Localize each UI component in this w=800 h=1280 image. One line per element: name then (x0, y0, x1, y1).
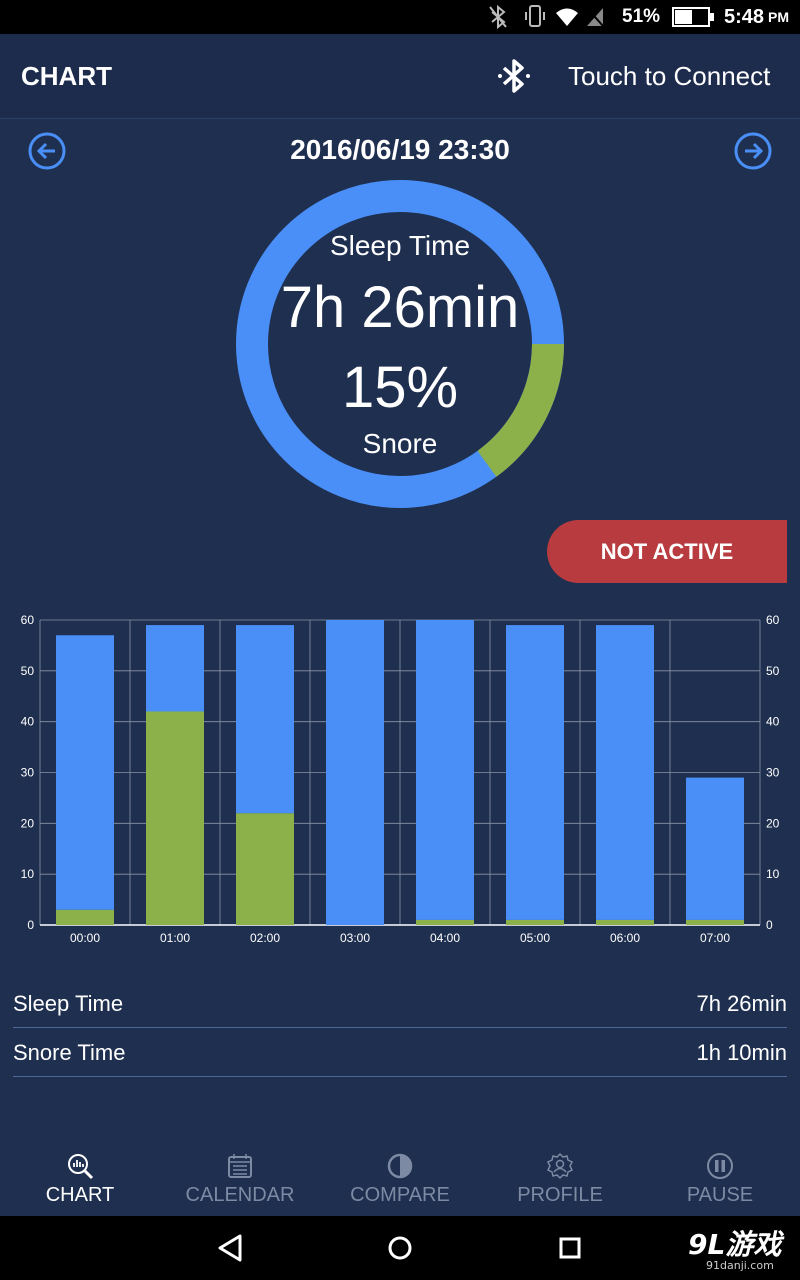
nav-chart[interactable]: CHART (0, 1140, 160, 1216)
y-tick-label-left: 20 (21, 816, 35, 830)
x-tick-label: 07:00 (700, 931, 730, 945)
y-tick-label-left: 50 (21, 664, 35, 678)
bar (146, 625, 204, 712)
y-tick-label-right: 20 (766, 816, 780, 830)
ring-label-top: Sleep Time (329, 230, 471, 261)
stat-label: Snore Time (13, 1040, 126, 1065)
x-tick-label: 02:00 (250, 931, 280, 945)
bar (416, 919, 474, 925)
nav-label: COMPARE (350, 1184, 450, 1206)
chart-icon (68, 1154, 94, 1180)
ring-label-bottom: Snore (362, 428, 438, 459)
status-bar: 51% 5:48 PM (0, 0, 800, 34)
x-tick-label: 05:00 (520, 931, 550, 945)
profile-icon (546, 1152, 574, 1180)
bar (506, 919, 564, 925)
app-bar: CHART Touch to Connect (0, 34, 800, 119)
bar (686, 919, 744, 925)
svg-text:9L游戏: 9L游戏 (688, 1228, 785, 1261)
home-icon[interactable] (382, 1230, 418, 1266)
bottom-navigation: CHART CALENDAR COMPARE PROFILE PAUSE (0, 1140, 800, 1216)
bar (596, 919, 654, 925)
page-title: CHART (21, 61, 112, 91)
nav-profile[interactable]: PROFILE (480, 1140, 640, 1216)
vibrate-icon (525, 5, 545, 27)
bar (596, 625, 654, 920)
watermark-logo: 9L游戏 91danji.com (688, 1228, 785, 1272)
date-title: 2016/06/19 23:30 (290, 134, 510, 165)
battery-percent: 51% (622, 6, 661, 27)
nav-label: CHART (45, 1184, 115, 1206)
activity-status-button[interactable]: NOT ACTIVE (547, 520, 787, 583)
y-tick-label-right: 40 (766, 715, 780, 729)
signal-off-icon (586, 7, 604, 27)
y-tick-label-left: 40 (21, 715, 35, 729)
y-tick-label-left: 0 (27, 918, 34, 932)
nav-compare[interactable]: COMPARE (320, 1140, 480, 1216)
stat-value: 7h 26min (696, 991, 787, 1016)
clock-time: 5:48 (724, 5, 765, 28)
x-tick-label: 01:00 (160, 931, 190, 945)
pause-icon (707, 1153, 733, 1179)
stat-row-sleep: Sleep Time 7h 26min (13, 979, 787, 1028)
hourly-sleep-chart: 0 0 10 10 20 20 30 30 40 40 50 50 60 60 00:00 01:00 02:0… (21, 613, 780, 945)
y-tick-label-right: 30 (766, 766, 780, 780)
stat-value: 1h 10min (696, 1040, 787, 1065)
calendar-icon (228, 1154, 252, 1178)
bar (506, 625, 564, 920)
x-tick-label: 04:00 (430, 931, 460, 945)
y-tick-label-right: 60 (766, 613, 780, 627)
bar (56, 909, 114, 925)
svg-text:91danji.com: 91danji.com (706, 1259, 774, 1272)
x-tick-label: 00:00 (70, 931, 100, 945)
y-tick-label-left: 10 (21, 867, 35, 881)
sleep-duration: 7h 26min (280, 275, 520, 340)
bar (146, 711, 204, 925)
x-tick-label: 03:00 (340, 931, 370, 945)
bar (416, 620, 474, 920)
y-tick-label-right: 50 (766, 664, 780, 678)
y-tick-label-left: 60 (21, 613, 35, 627)
y-tick-label-right: 10 (766, 867, 780, 881)
bar (236, 625, 294, 814)
bar (326, 620, 384, 925)
back-icon[interactable] (212, 1230, 248, 1266)
clock-ampm: PM (768, 9, 789, 25)
wifi-icon (556, 8, 578, 26)
y-tick-label-left: 30 (21, 766, 35, 780)
connect-button[interactable]: Touch to Connect (568, 61, 770, 92)
nav-label: PROFILE (517, 1184, 603, 1206)
stat-label: Sleep Time (13, 991, 124, 1016)
y-tick-label-right: 0 (766, 918, 773, 932)
stat-row-snore: Snore Time 1h 10min (13, 1028, 787, 1077)
nav-calendar[interactable]: CALENDAR (160, 1140, 320, 1216)
compare-icon (387, 1153, 413, 1179)
bar (686, 777, 744, 920)
next-date-button[interactable] (733, 131, 773, 171)
bluetooth-icon[interactable] (496, 56, 532, 96)
x-tick-label: 06:00 (610, 931, 640, 945)
bluetooth-off-icon (489, 5, 507, 29)
nav-label: PAUSE (686, 1184, 754, 1206)
recents-icon[interactable] (552, 1230, 588, 1266)
bar (236, 813, 294, 925)
snore-percent: 15% (341, 355, 459, 420)
nav-pause[interactable]: PAUSE (640, 1140, 800, 1216)
bar (56, 635, 114, 910)
battery-icon (672, 7, 714, 27)
system-navigation-bar (0, 1216, 800, 1280)
nav-label: CALENDAR (185, 1184, 295, 1206)
